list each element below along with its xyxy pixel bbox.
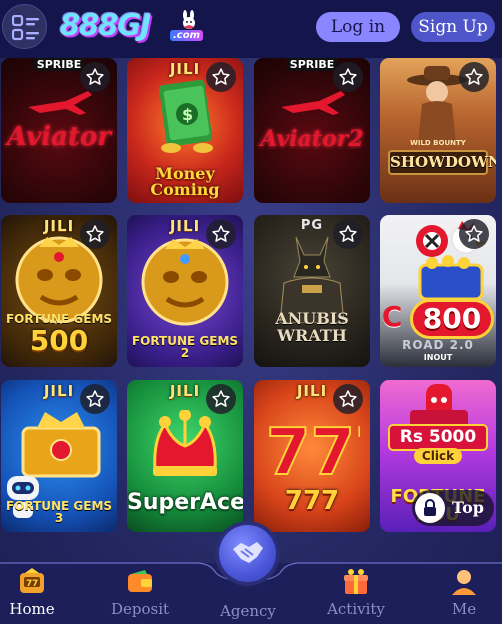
- game-tile-aviator2[interactable]: SPRIBE Aviator2: [254, 58, 370, 203]
- lucky-sevens-icon: 777: [265, 415, 360, 486]
- game-subtitle: WILD BOUNTY: [410, 139, 466, 147]
- game-title: Aviator2: [260, 126, 364, 152]
- handshake-icon: [233, 542, 263, 563]
- game-tile-superace[interactable]: JILI SuperAce: [127, 380, 243, 532]
- favorite-star-icon[interactable]: [206, 62, 236, 92]
- game-tile-fortune-gems-2[interactable]: JILI FORTUNE GEMS 2: [127, 215, 243, 367]
- game-tile-fortune-gems-3[interactable]: JILI FORTUNE GEMS 3: [1, 380, 117, 532]
- golden-mask-icon: [141, 238, 229, 326]
- lock-arrow-icon: [424, 499, 436, 516]
- site-logo[interactable]: 888GJ .com: [60, 8, 205, 44]
- favorite-star-icon[interactable]: [333, 219, 363, 249]
- wallet-icon: [128, 570, 152, 592]
- nav-me-label: Me: [451, 600, 477, 618]
- cartoon-character-icon: [410, 384, 468, 428]
- game-title: Rs 5000: [388, 424, 488, 451]
- top-button-circle: [415, 493, 445, 523]
- nav-me[interactable]: Me: [436, 563, 492, 624]
- game-title: Money Coming: [150, 164, 220, 199]
- svg-text:$: $: [182, 105, 193, 124]
- gift-box-icon: [344, 569, 368, 594]
- favorite-star-icon[interactable]: [206, 384, 236, 414]
- money-stack-icon: $: [159, 79, 213, 153]
- game-title: SHOWDOWN: [388, 150, 496, 175]
- nav-agency-label: Agency: [220, 602, 276, 620]
- agency-button[interactable]: [219, 525, 276, 582]
- game-title: C: [381, 300, 403, 333]
- top-button-label: Top: [452, 498, 484, 517]
- nav-home-label: Home: [9, 600, 55, 618]
- nav-deposit[interactable]: Deposit: [104, 563, 176, 624]
- provider-label: SPRIBE: [287, 58, 337, 71]
- nav-activity[interactable]: Activity: [318, 563, 394, 624]
- top-header: 888GJ .com Log in Sign Up: [0, 0, 502, 58]
- game-tile-aviator[interactable]: SPRIBE Aviator: [1, 58, 117, 203]
- login-button[interactable]: Log in: [316, 12, 400, 42]
- game-tile-wild-bounty-showdown[interactable]: WILD BOUNTY SHOWDOWN: [380, 58, 496, 203]
- game-tile-anubis-wrath[interactable]: PG ANUBIS WRATH: [254, 215, 370, 367]
- jester-hat-icon: [153, 410, 217, 476]
- favorite-star-icon[interactable]: [80, 62, 110, 92]
- grid-list-icon: [12, 15, 39, 41]
- game-title: FORTUNE GEMS 3: [5, 499, 113, 525]
- game-tile-money-coming[interactable]: $ JILI Money Coming: [127, 58, 243, 203]
- game-subtitle: ROAD 2.0: [402, 338, 474, 352]
- logo-tld: .com: [170, 30, 204, 41]
- home-slot-icon: 7 7: [20, 568, 44, 593]
- nav-activity-label: Activity: [327, 600, 385, 618]
- game-badge: 800: [410, 299, 494, 339]
- logo-text: 888GJ: [60, 8, 151, 42]
- game-tile-chicken-road[interactable]: C 800 ROAD 2.0 INOUT: [380, 215, 496, 367]
- menu-button[interactable]: [2, 4, 47, 49]
- game-grid: SPRIBE Aviator $ JILI Money Coming SPRIB…: [0, 58, 502, 563]
- favorite-star-icon[interactable]: [333, 62, 363, 92]
- nav-home[interactable]: 7 7 Home: [0, 563, 64, 624]
- svg-text:7: 7: [32, 579, 38, 589]
- user-avatar-icon: [452, 570, 476, 595]
- game-tile-fortune-gems-500[interactable]: JILI FORTUNE GEMS 500: [1, 215, 117, 367]
- game-title: SuperAce: [127, 490, 243, 515]
- game-tile-777[interactable]: 777 JILI 777: [254, 380, 370, 532]
- provider-label: SPRIBE: [34, 58, 84, 71]
- game-title: FORTUNE GEMS 2: [131, 334, 239, 360]
- favorite-star-icon[interactable]: [80, 219, 110, 249]
- game-click-button[interactable]: Click: [414, 448, 462, 464]
- game-brand: INOUT: [423, 353, 453, 362]
- game-title: Aviator: [7, 122, 111, 152]
- svg-text:777: 777: [266, 416, 360, 486]
- game-title: ANUBIS WRATH: [275, 309, 349, 345]
- nav-deposit-label: Deposit: [110, 600, 170, 618]
- signup-button[interactable]: Sign Up: [411, 12, 495, 42]
- favorite-star-icon[interactable]: [206, 219, 236, 249]
- favorite-star-icon[interactable]: [80, 384, 110, 414]
- favorite-star-icon[interactable]: [459, 219, 489, 249]
- favorite-star-icon[interactable]: [333, 384, 363, 414]
- game-title: 777: [284, 486, 340, 516]
- game-subtitle: 500: [29, 324, 89, 357]
- bunny-mascot-icon: [183, 10, 195, 29]
- favorite-star-icon[interactable]: [459, 62, 489, 92]
- scroll-top-button[interactable]: Top: [412, 490, 494, 526]
